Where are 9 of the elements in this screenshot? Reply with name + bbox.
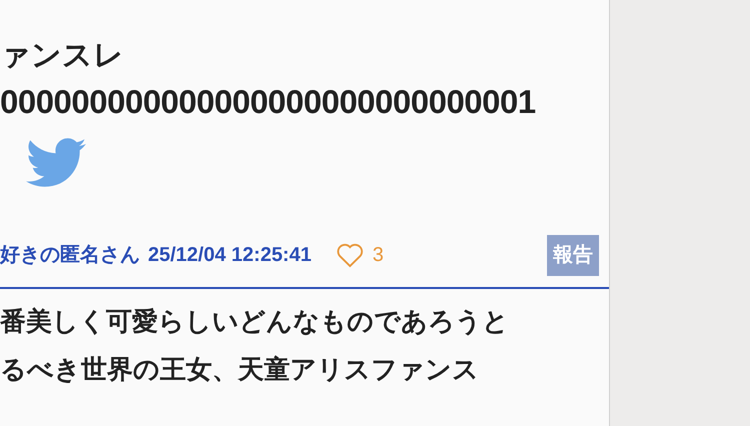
- post-text: るべき世界の王女、天童アリスファンス: [0, 353, 479, 386]
- report-button[interactable]: 報告: [547, 234, 599, 276]
- thread-title: 000000000000000000000000000001: [0, 82, 536, 122]
- post-timestamp: 25/12/04 12:25:41: [148, 243, 312, 268]
- bird-icon[interactable]: [25, 138, 87, 188]
- post-text: 番美しく可愛らしいどんなものであろうと: [0, 305, 509, 338]
- thread-title: ァンスレ: [0, 38, 124, 74]
- heart-icon[interactable]: [336, 242, 364, 268]
- like-count: 3: [372, 243, 384, 268]
